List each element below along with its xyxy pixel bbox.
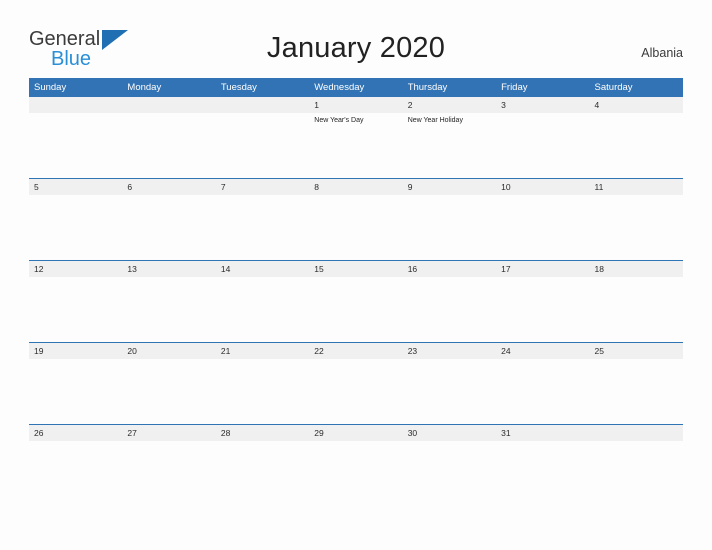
day-number[interactable]: 24	[496, 343, 589, 359]
day-number[interactable]: 8	[309, 179, 402, 195]
day-event-empty	[29, 359, 122, 424]
day-event-empty	[309, 359, 402, 424]
day-event-empty	[216, 277, 309, 342]
day-number[interactable]: 3	[496, 97, 589, 113]
day-number[interactable]: 28	[216, 425, 309, 441]
day-event-empty	[29, 113, 122, 178]
day-number[interactable]: 12	[29, 261, 122, 277]
day-number[interactable]: 29	[309, 425, 402, 441]
day-number-empty	[122, 97, 215, 113]
day-number[interactable]: 30	[403, 425, 496, 441]
calendar-grid: Sunday Monday Tuesday Wednesday Thursday…	[29, 78, 683, 506]
week-date-band: 5 6 7 8 9 10 11	[29, 179, 683, 195]
week-date-band: 12 13 14 15 16 17 18	[29, 261, 683, 277]
day-event[interactable]: New Year's Day	[309, 113, 402, 178]
weekday-sunday: Sunday	[34, 82, 67, 93]
day-event-empty	[496, 359, 589, 424]
day-event-empty	[216, 113, 309, 178]
week-date-band: 1234	[29, 97, 683, 113]
day-event-empty	[590, 359, 683, 424]
day-number[interactable]: 22	[309, 343, 402, 359]
day-number-empty	[590, 425, 683, 441]
week-events-band	[29, 195, 683, 260]
day-event-empty	[496, 113, 589, 178]
day-number[interactable]: 15	[309, 261, 402, 277]
calendar-week-row: 5 6 7 8 9 10 11	[29, 178, 683, 260]
day-number[interactable]: 21	[216, 343, 309, 359]
week-date-band: 26 27 28 29 30 31	[29, 425, 683, 441]
calendar-page: General Blue January 2020 Albania Sunday…	[0, 0, 712, 550]
page-header: General Blue January 2020 Albania	[0, 0, 712, 76]
day-number[interactable]: 4	[590, 97, 683, 113]
day-number[interactable]: 27	[122, 425, 215, 441]
day-event-empty	[29, 277, 122, 342]
day-number[interactable]: 2	[403, 97, 496, 113]
day-event-empty	[590, 113, 683, 178]
day-event-empty	[122, 277, 215, 342]
week-events-band	[29, 441, 683, 506]
day-event-empty	[590, 441, 683, 506]
day-event-empty	[122, 195, 215, 260]
day-number[interactable]: 9	[403, 179, 496, 195]
weekday-thursday: Thursday	[407, 82, 448, 93]
day-event-empty	[29, 195, 122, 260]
weekday-header-row: Sunday Monday Tuesday Wednesday Thursday…	[29, 78, 683, 97]
weekday-friday: Friday	[501, 82, 528, 93]
day-number-empty	[216, 97, 309, 113]
week-date-band: 19 20 21 22 23 24 25	[29, 343, 683, 359]
day-number[interactable]: 14	[216, 261, 309, 277]
page-title: January 2020	[266, 32, 446, 64]
day-number[interactable]: 5	[29, 179, 122, 195]
calendar-week-row: 26 27 28 29 30 31	[29, 424, 683, 506]
day-event-empty	[496, 441, 589, 506]
day-number[interactable]: 23	[403, 343, 496, 359]
day-event-empty	[122, 113, 215, 178]
day-event-empty	[122, 441, 215, 506]
week-events-band	[29, 277, 683, 342]
day-number[interactable]: 11	[590, 179, 683, 195]
day-event-empty	[309, 441, 402, 506]
day-event-empty	[590, 277, 683, 342]
day-event[interactable]: New Year Holiday	[403, 113, 496, 178]
day-number[interactable]: 18	[590, 261, 683, 277]
day-event-empty	[122, 359, 215, 424]
day-number[interactable]: 25	[590, 343, 683, 359]
calendar-week-row: 19 20 21 22 23 24 25	[29, 342, 683, 424]
day-event-empty	[496, 277, 589, 342]
day-number[interactable]: 31	[496, 425, 589, 441]
calendar-week-row: 1 2 3 4 New Year's Day New Year Holiday	[29, 97, 683, 178]
weekday-saturday: Saturday	[594, 82, 633, 93]
day-event-empty	[309, 277, 402, 342]
day-event-empty	[216, 441, 309, 506]
day-number[interactable]: 16	[403, 261, 496, 277]
weekday-tuesday: Tuesday	[220, 82, 257, 93]
day-event-empty	[29, 441, 122, 506]
weekday-monday: Monday	[127, 82, 162, 93]
day-number[interactable]: 7	[216, 179, 309, 195]
day-event-empty	[309, 195, 402, 260]
day-number[interactable]: 1	[309, 97, 402, 113]
day-event-empty	[403, 359, 496, 424]
day-number[interactable]: 26	[29, 425, 122, 441]
day-event-empty	[403, 441, 496, 506]
day-event-empty	[590, 195, 683, 260]
day-number[interactable]: 13	[122, 261, 215, 277]
calendar-week-row: 12 13 14 15 16 17 18	[29, 260, 683, 342]
day-event-empty	[403, 195, 496, 260]
week-events-band: New Year's Day New Year Holiday	[29, 113, 683, 178]
day-number-empty	[29, 97, 122, 113]
day-event-empty	[216, 359, 309, 424]
day-event-empty	[496, 195, 589, 260]
week-events-band	[29, 359, 683, 424]
weekday-wednesday: Wednesday	[314, 82, 365, 93]
day-event-empty	[403, 277, 496, 342]
day-number[interactable]: 10	[496, 179, 589, 195]
day-number[interactable]: 6	[122, 179, 215, 195]
region-label: Albania	[641, 46, 683, 60]
day-number[interactable]: 20	[122, 343, 215, 359]
day-number[interactable]: 17	[496, 261, 589, 277]
day-number[interactable]: 19	[29, 343, 122, 359]
calendar-weeks: 1 2 3 4 New Year's Day New Year Holiday 5 6 7 8 9 1…	[29, 97, 683, 506]
day-event-empty	[216, 195, 309, 260]
